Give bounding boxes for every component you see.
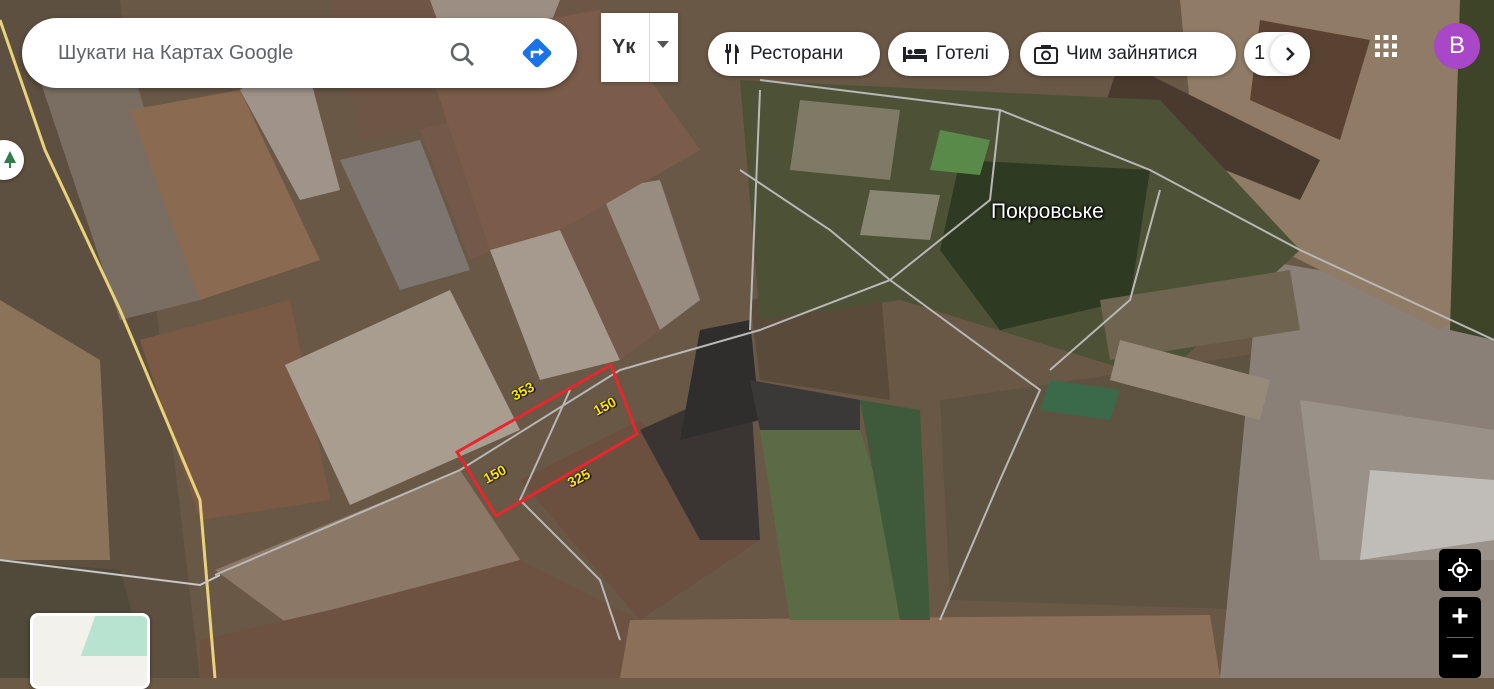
zoom-controls: + − — [1439, 597, 1481, 678]
chip-things-to-do[interactable]: Чим зайнятися — [1020, 32, 1236, 76]
directions-icon[interactable] — [518, 34, 558, 74]
camera-icon — [1034, 45, 1058, 64]
park-poi-icon[interactable] — [0, 140, 24, 180]
chip-things-to-do-label: Чим зайнятися — [1066, 43, 1198, 64]
my-location-icon[interactable] — [1439, 549, 1481, 591]
layer-toggle-button[interactable]: Yк — [601, 13, 678, 82]
search-icon[interactable] — [442, 34, 482, 74]
chip-restaurants[interactable]: Ресторани — [708, 32, 880, 76]
apps-grid-icon[interactable] — [1374, 34, 1398, 58]
chip-restaurants-label: Ресторани — [750, 43, 844, 64]
chevron-down-icon[interactable] — [657, 41, 669, 48]
search-box[interactable]: Шукати на Картах Google — [22, 18, 577, 88]
place-label[interactable]: Покровське — [991, 200, 1104, 224]
chip-hotels[interactable]: Готелі — [888, 32, 1009, 76]
chip-overflow[interactable]: 1 — [1244, 32, 1310, 76]
chip-partial-label: 1 — [1254, 42, 1266, 64]
layer-toggle-divider — [649, 13, 650, 82]
bed-icon — [903, 47, 927, 62]
satellite-map[interactable] — [0, 0, 1494, 678]
zoom-in-button[interactable]: + — [1439, 597, 1481, 637]
search-input[interactable]: Шукати на Картах Google — [58, 42, 293, 65]
layer-toggle-label: Yк — [612, 36, 636, 58]
account-avatar[interactable]: B — [1434, 23, 1480, 69]
layers-thumbnail-water — [80, 616, 147, 656]
chevron-right-icon[interactable] — [1270, 34, 1310, 74]
fork-knife-icon — [725, 44, 739, 64]
chip-hotels-label: Готелі — [936, 43, 989, 64]
zoom-out-button[interactable]: − — [1439, 637, 1481, 677]
